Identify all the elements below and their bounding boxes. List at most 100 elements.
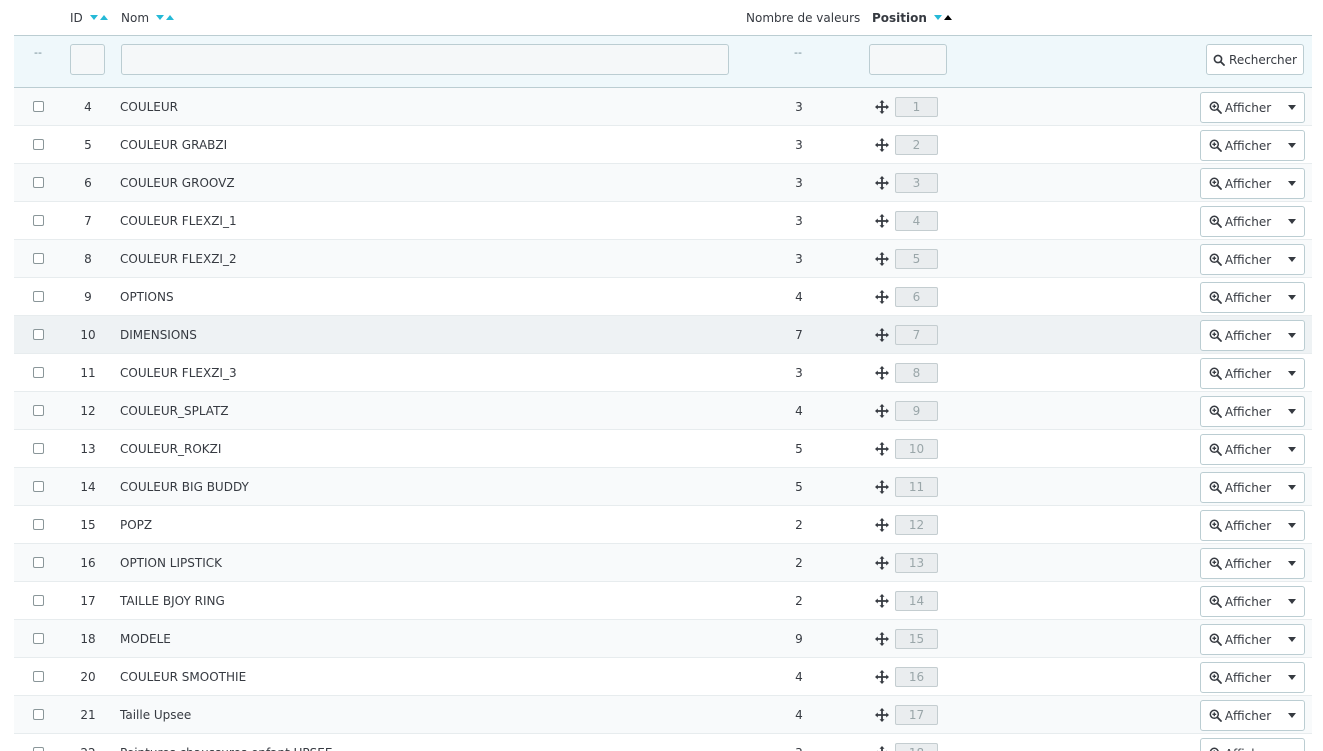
row-value-count[interactable]: 2 [784,556,814,570]
view-button[interactable]: Afficher [1201,397,1279,426]
actions-dropdown-toggle[interactable] [1279,435,1304,464]
row-id[interactable]: 16 [74,556,102,570]
row-id[interactable]: 10 [74,328,102,342]
actions-dropdown-toggle[interactable] [1279,739,1304,751]
view-button[interactable]: Afficher [1201,549,1279,578]
table-row[interactable]: 16 OPTION LIPSTICK 2 13 Afficher [14,544,1312,582]
row-checkbox[interactable] [33,367,44,378]
drag-handle-icon[interactable] [874,403,890,419]
row-id[interactable]: 14 [74,480,102,494]
row-checkbox[interactable] [33,519,44,530]
drag-handle-icon[interactable] [874,175,890,191]
row-name[interactable]: COULEUR FLEXZI_2 [120,252,237,266]
row-name[interactable]: COULEUR SMOOTHIE [120,670,246,684]
row-checkbox[interactable] [33,405,44,416]
row-name[interactable]: OPTION LIPSTICK [120,556,222,570]
row-value-count[interactable]: 4 [784,670,814,684]
drag-handle-icon[interactable] [874,213,890,229]
row-name[interactable]: POPZ [120,518,152,532]
actions-dropdown-toggle[interactable] [1279,283,1304,312]
actions-dropdown-toggle[interactable] [1279,701,1304,730]
row-name[interactable]: COULEUR_SPLATZ [120,404,229,418]
table-row[interactable]: 12 COULEUR_SPLATZ 4 9 Afficher [14,392,1312,430]
table-row[interactable]: 13 COULEUR_ROKZI 5 10 Afficher [14,430,1312,468]
actions-dropdown-toggle[interactable] [1279,511,1304,540]
table-row[interactable]: 6 COULEUR GROOVZ 3 3 Afficher [14,164,1312,202]
table-row[interactable]: 14 COULEUR BIG BUDDY 5 11 Afficher [14,468,1312,506]
table-row[interactable]: 20 COULEUR SMOOTHIE 4 16 Afficher [14,658,1312,696]
row-name[interactable]: MODELE [120,632,171,646]
row-name[interactable]: COULEUR GROOVZ [120,176,235,190]
drag-handle-icon[interactable] [874,479,890,495]
actions-dropdown-toggle[interactable] [1279,397,1304,426]
row-checkbox[interactable] [33,481,44,492]
row-value-count[interactable]: 7 [784,328,814,342]
view-button[interactable]: Afficher [1201,169,1279,198]
drag-handle-icon[interactable] [874,593,890,609]
row-id[interactable]: 9 [74,290,102,304]
row-checkbox[interactable] [33,291,44,302]
drag-handle-icon[interactable] [874,289,890,305]
sort-desc-icon[interactable] [155,15,164,20]
actions-dropdown-toggle[interactable] [1279,207,1304,236]
table-row[interactable]: 18 MODELE 9 15 Afficher [14,620,1312,658]
search-button[interactable]: Rechercher [1206,44,1304,75]
view-button[interactable]: Afficher [1201,359,1279,388]
row-name[interactable]: OPTIONS [120,290,174,304]
row-checkbox[interactable] [33,747,44,751]
row-value-count[interactable]: 3 [784,100,814,114]
view-button[interactable]: Afficher [1201,473,1279,502]
row-checkbox[interactable] [33,329,44,340]
row-id[interactable]: 15 [74,518,102,532]
row-checkbox[interactable] [33,443,44,454]
row-id[interactable]: 7 [74,214,102,228]
row-checkbox[interactable] [33,709,44,720]
drag-handle-icon[interactable] [874,555,890,571]
table-row[interactable]: 17 TAILLE BJOY RING 2 14 Afficher [14,582,1312,620]
view-button[interactable]: Afficher [1201,207,1279,236]
view-button[interactable]: Afficher [1201,625,1279,654]
row-value-count[interactable]: 5 [784,442,814,456]
drag-handle-icon[interactable] [874,441,890,457]
row-value-count[interactable]: 9 [784,632,814,646]
actions-dropdown-toggle[interactable] [1279,359,1304,388]
column-header-id[interactable]: ID [70,11,108,25]
row-value-count[interactable]: 3 [784,366,814,380]
table-row[interactable]: 5 COULEUR GRABZI 3 2 Afficher [14,126,1312,164]
view-button[interactable]: Afficher [1201,435,1279,464]
drag-handle-icon[interactable] [874,517,890,533]
column-header-position[interactable]: Position [872,11,953,25]
row-name[interactable]: COULEUR GRABZI [120,138,227,152]
row-value-count[interactable]: 5 [784,480,814,494]
row-checkbox[interactable] [33,139,44,150]
row-id[interactable]: 13 [74,442,102,456]
view-button[interactable]: Afficher [1201,511,1279,540]
row-checkbox[interactable] [33,177,44,188]
actions-dropdown-toggle[interactable] [1279,245,1304,274]
row-id[interactable]: 4 [74,100,102,114]
row-id[interactable]: 18 [74,632,102,646]
drag-handle-icon[interactable] [874,745,890,751]
table-row[interactable]: 7 COULEUR FLEXZI_1 3 4 Afficher [14,202,1312,240]
sort-asc-icon[interactable] [99,15,108,20]
row-id[interactable]: 12 [74,404,102,418]
row-name[interactable]: COULEUR [120,100,178,114]
drag-handle-icon[interactable] [874,365,890,381]
actions-dropdown-toggle[interactable] [1279,549,1304,578]
row-value-count[interactable]: 2 [784,518,814,532]
row-id[interactable]: 6 [74,176,102,190]
table-row[interactable]: 11 COULEUR FLEXZI_3 3 8 Afficher [14,354,1312,392]
table-row[interactable]: 15 POPZ 2 12 Afficher [14,506,1312,544]
row-value-count[interactable]: 2 [784,594,814,608]
row-id[interactable]: 17 [74,594,102,608]
name-filter-input[interactable] [121,44,729,75]
row-value-count[interactable]: 4 [784,290,814,304]
sort-asc-icon[interactable] [944,15,953,20]
row-value-count[interactable]: 3 [784,214,814,228]
row-name[interactable]: COULEUR FLEXZI_1 [120,214,237,228]
sort-desc-icon[interactable] [89,15,98,20]
row-id[interactable]: 11 [74,366,102,380]
drag-handle-icon[interactable] [874,631,890,647]
sort-asc-icon[interactable] [165,15,174,20]
row-checkbox[interactable] [33,633,44,644]
